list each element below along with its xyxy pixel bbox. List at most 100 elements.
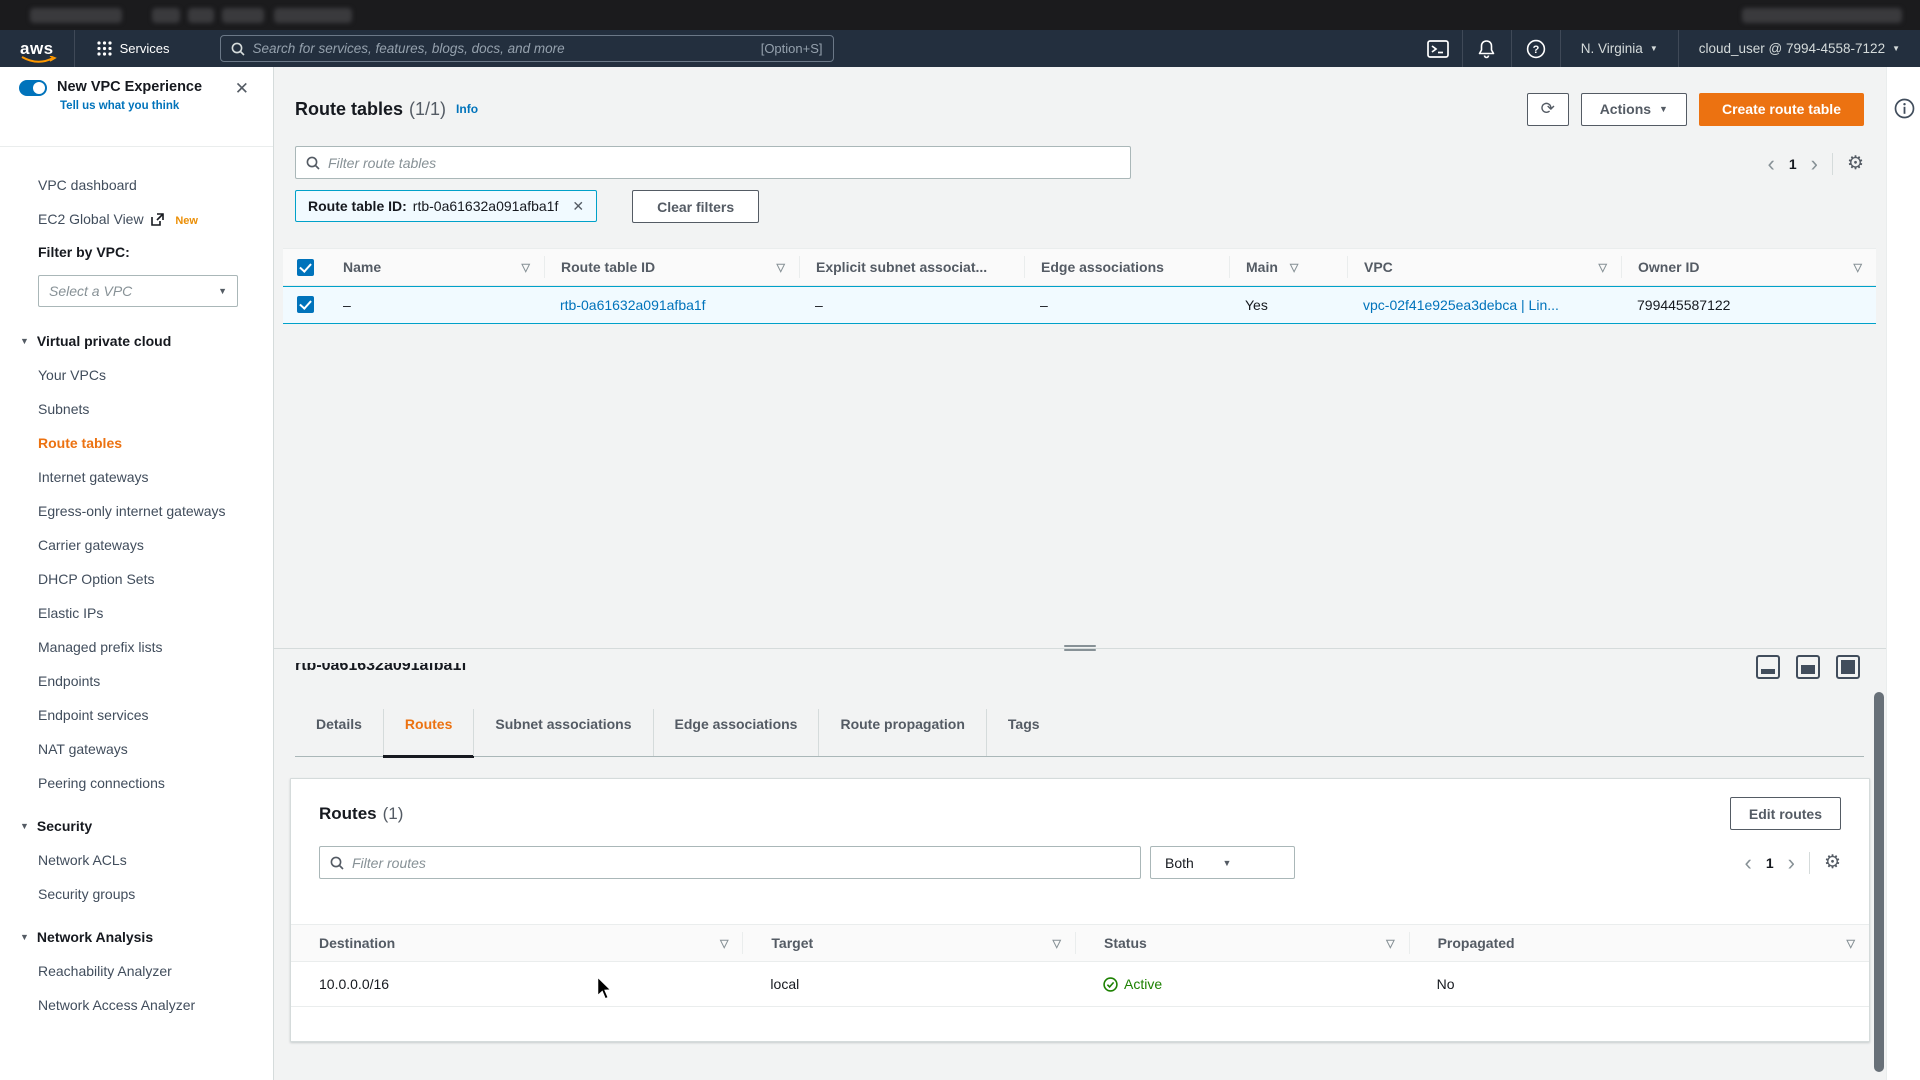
- aws-logo[interactable]: aws: [20, 42, 54, 56]
- vpc-link[interactable]: vpc-02f41e925ea3debca | Lin...: [1363, 297, 1559, 313]
- remove-filter-icon[interactable]: ✕: [572, 198, 584, 215]
- next-page-button[interactable]: ›: [1788, 853, 1795, 873]
- filter-icon[interactable]: ▽: [777, 261, 785, 274]
- row-checkbox[interactable]: [297, 296, 314, 313]
- global-search-input[interactable]: [253, 41, 753, 56]
- filter-chip-value: rtb-0a61632a091afba1f: [413, 198, 559, 214]
- refresh-button[interactable]: ⟳: [1527, 93, 1569, 126]
- sidebar-item-security-groups[interactable]: Security groups: [38, 886, 234, 903]
- filter-icon[interactable]: ▽: [522, 261, 530, 274]
- refresh-icon: ⟳: [1541, 99, 1555, 119]
- caret-down-icon: ▼: [20, 336, 29, 346]
- info-panel-button[interactable]: [1894, 98, 1915, 124]
- routes-count: (1): [383, 804, 404, 824]
- services-menu-button[interactable]: Services: [75, 30, 192, 67]
- routes-filter-input[interactable]: [352, 855, 1130, 871]
- new-experience-toggle[interactable]: [19, 80, 47, 96]
- page-number[interactable]: 1: [1789, 156, 1797, 172]
- edit-routes-button[interactable]: Edit routes: [1730, 797, 1841, 830]
- routes-search[interactable]: [319, 846, 1141, 879]
- sidebar-item-endpoints[interactable]: Endpoints: [38, 673, 234, 690]
- sidebar-item-carrier-gateways[interactable]: Carrier gateways: [38, 537, 234, 554]
- feedback-link[interactable]: Tell us what you think: [60, 100, 179, 112]
- previous-page-button[interactable]: ‹: [1768, 154, 1775, 174]
- clear-filters-button[interactable]: Clear filters: [632, 190, 759, 223]
- cell-main: Yes: [1245, 297, 1268, 313]
- sidebar-item-nat-gateways[interactable]: NAT gateways: [38, 741, 234, 758]
- sidebar-item-peering-connections[interactable]: Peering connections: [38, 775, 234, 792]
- previous-page-button[interactable]: ‹: [1745, 853, 1752, 873]
- tab-details[interactable]: Details: [295, 709, 383, 756]
- next-page-button[interactable]: ›: [1811, 154, 1818, 174]
- section-network-analysis[interactable]: ▼ Network Analysis: [20, 929, 273, 945]
- route-table-id-link[interactable]: rtb-0a61632a091afba1f: [560, 297, 706, 313]
- help-button[interactable]: ?: [1512, 30, 1560, 67]
- sidebar-item-reachability-analyzer[interactable]: Reachability Analyzer: [38, 963, 234, 980]
- sidebar-item-ec2-global-view[interactable]: EC2 Global View New: [38, 211, 234, 230]
- column-header-explicit-subnet: Explicit subnet associat...: [816, 259, 987, 275]
- routes-scope-select[interactable]: Both ▼: [1150, 846, 1295, 879]
- main-content: Route tables (1/1) Info ⟳ Actions ▼ Crea…: [274, 67, 1886, 1080]
- actions-button[interactable]: Actions ▼: [1581, 93, 1687, 126]
- info-link[interactable]: Info: [456, 102, 478, 116]
- account-label: cloud_user @ 7994-4558-7122: [1699, 41, 1885, 56]
- filter-icon[interactable]: ▽: [1290, 261, 1298, 274]
- vertical-scrollbar[interactable]: [1874, 692, 1884, 1072]
- region-label: N. Virginia: [1581, 41, 1643, 56]
- tab-routes[interactable]: Routes: [383, 709, 473, 756]
- section-virtual-private-cloud[interactable]: ▼ Virtual private cloud: [20, 333, 273, 349]
- route-row[interactable]: 10.0.0.0/16 local Active No: [291, 962, 1869, 1007]
- select-all-checkbox[interactable]: [297, 259, 314, 276]
- filter-icon[interactable]: ▽: [720, 937, 728, 950]
- route-tables-pagination: ‹ 1 › ⚙: [1768, 152, 1865, 175]
- services-grid-icon: [97, 41, 112, 56]
- notifications-button[interactable]: [1463, 30, 1511, 67]
- section-security[interactable]: ▼ Security: [20, 818, 273, 834]
- route-tables-search[interactable]: [295, 146, 1131, 179]
- tab-tags[interactable]: Tags: [986, 709, 1061, 756]
- sidebar-item-egress-only-internet-gateways[interactable]: Egress-only internet gateways: [38, 503, 234, 520]
- search-icon: [231, 42, 245, 56]
- filter-icon[interactable]: ▽: [1599, 261, 1607, 274]
- sidebar-item-internet-gateways[interactable]: Internet gateways: [38, 469, 234, 486]
- settings-gear-icon[interactable]: ⚙: [1847, 152, 1864, 175]
- tab-edge-associations[interactable]: Edge associations: [653, 709, 819, 756]
- region-selector[interactable]: N. Virginia ▼: [1561, 30, 1678, 67]
- sidebar-item-subnets[interactable]: Subnets: [38, 401, 234, 418]
- vpc-filter-select[interactable]: Select a VPC ▼: [38, 275, 238, 307]
- close-icon[interactable]: ✕: [235, 79, 249, 99]
- cloudshell-button[interactable]: [1414, 30, 1462, 67]
- new-experience-banner: New VPC Experience Tell us what you thin…: [0, 67, 273, 147]
- page-count: (1/1): [409, 99, 446, 120]
- sidebar-item-elastic-ips[interactable]: Elastic IPs: [38, 605, 234, 622]
- sidebar-item-dhcp-option-sets[interactable]: DHCP Option Sets: [38, 571, 234, 588]
- settings-gear-icon[interactable]: ⚙: [1824, 851, 1841, 874]
- cell-edge-associations: –: [1040, 297, 1048, 313]
- actions-label: Actions: [1600, 101, 1651, 117]
- account-menu[interactable]: cloud_user @ 7994-4558-7122 ▼: [1679, 30, 1920, 67]
- sidebar-item-route-tables[interactable]: Route tables: [38, 435, 234, 452]
- sidebar-item-network-acls[interactable]: Network ACLs: [38, 852, 234, 869]
- route-tables-filter-input[interactable]: [328, 155, 1120, 171]
- cell-explicit-subnet: –: [815, 297, 823, 313]
- create-route-table-button[interactable]: Create route table: [1699, 93, 1864, 126]
- page-number[interactable]: 1: [1766, 855, 1774, 871]
- routes-card-header: Routes (1) Edit routes: [319, 797, 1841, 830]
- global-search[interactable]: [Option+S]: [220, 35, 834, 62]
- sidebar-item-vpc-dashboard[interactable]: VPC dashboard: [38, 177, 234, 194]
- sidebar-item-network-access-analyzer[interactable]: Network Access Analyzer: [38, 997, 234, 1014]
- sidebar-item-managed-prefix-lists[interactable]: Managed prefix lists: [38, 639, 234, 656]
- blurred-tab: [274, 8, 352, 23]
- sidebar-item-your-vpcs[interactable]: Your VPCs: [38, 367, 234, 384]
- route-tables-header-row: Name ▽ Route table ID ▽ Explicit subnet …: [283, 248, 1876, 286]
- caret-down-icon: ▼: [1650, 44, 1658, 53]
- filter-icon[interactable]: ▽: [1847, 937, 1855, 950]
- sidebar-item-endpoint-services[interactable]: Endpoint services: [38, 707, 234, 724]
- detail-tabs: Details Routes Subnet associations Edge …: [295, 709, 1864, 757]
- filter-icon[interactable]: ▽: [1053, 937, 1061, 950]
- tab-subnet-associations[interactable]: Subnet associations: [473, 709, 652, 756]
- filter-icon[interactable]: ▽: [1386, 937, 1394, 950]
- filter-icon[interactable]: ▽: [1854, 261, 1862, 274]
- tab-route-propagation[interactable]: Route propagation: [818, 709, 985, 756]
- route-table-row-selected[interactable]: – rtb-0a61632a091afba1f – – Yes vpc-02f4…: [283, 286, 1876, 324]
